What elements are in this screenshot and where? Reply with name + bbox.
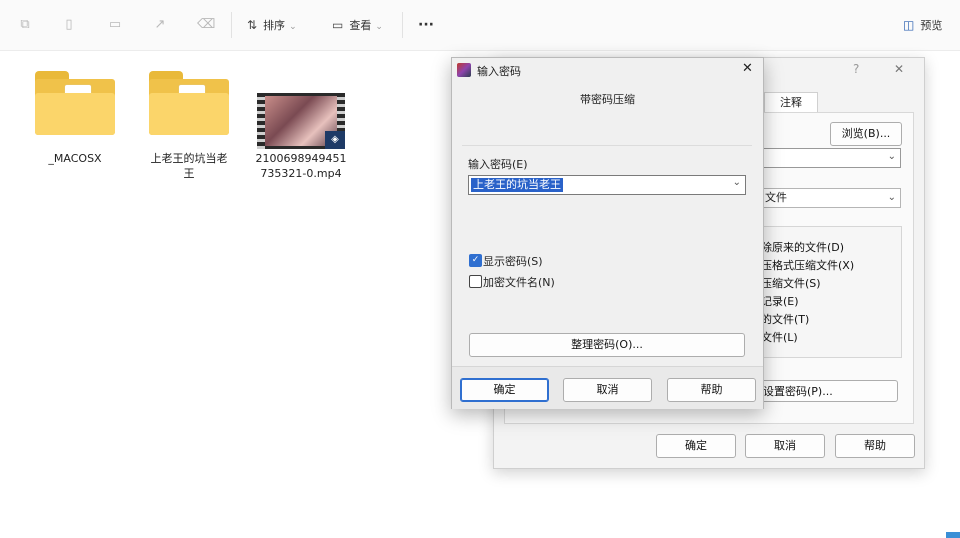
help-button[interactable]: 帮助 xyxy=(835,434,915,458)
show-password-checkbox[interactable]: ✓ xyxy=(469,254,482,267)
ok-button[interactable]: 确定 xyxy=(460,378,549,402)
password-label: 输入密码(E) xyxy=(468,158,528,171)
preview-label: 预览 xyxy=(920,19,943,32)
preview-button[interactable]: ◫ 预览 xyxy=(903,15,942,35)
tab-comment[interactable]: 注释 xyxy=(764,92,818,113)
chevron-down-icon: ⌄ xyxy=(887,151,896,162)
sort-label: 排序 xyxy=(263,19,286,32)
option-sfx[interactable]: 压格式压缩文件(X) xyxy=(761,257,854,275)
option-lock[interactable]: 文件(L) xyxy=(761,329,854,347)
option-list: 除原来的文件(D) 压格式压缩文件(X) 压缩文件(S) 记录(E) 的文件(T… xyxy=(761,239,854,347)
view-icon: ▭ xyxy=(332,18,344,32)
chevron-down-icon: ⌄ xyxy=(887,192,896,203)
view-label: 查看 xyxy=(349,19,372,32)
rename-icon[interactable]: ▭ xyxy=(106,16,124,34)
password-dialog: 输入密码 ✕ 带密码压缩 输入密码(E) 上老王的坑当老王 ⌄ ✓ 显示密码(S… xyxy=(451,57,764,409)
paste-icon[interactable]: ▯ xyxy=(60,16,78,34)
folder-icon[interactable] xyxy=(149,71,229,135)
winrar-icon xyxy=(457,63,471,77)
help-icon[interactable]: ? xyxy=(853,62,859,76)
option-solid[interactable]: 压缩文件(S) xyxy=(761,275,854,293)
file-name[interactable]: 上老王的坑当老王 xyxy=(134,151,244,181)
file-name[interactable]: _MACOSX xyxy=(20,151,130,166)
copy-icon[interactable]: ⧉ xyxy=(16,16,34,34)
organize-passwords-button[interactable]: 整理密码(O)... xyxy=(469,333,745,357)
password-value: 上老王的坑当老王 xyxy=(471,178,563,192)
video-thumbnail[interactable]: ◈ xyxy=(257,93,345,149)
file-name-text: 上老王的坑当老王 xyxy=(150,152,228,180)
toolbar-divider xyxy=(231,12,232,38)
chevron-down-icon[interactable]: ⌄ xyxy=(733,177,741,188)
folder-icon[interactable] xyxy=(35,71,115,135)
chevron-down-icon: ⌄ xyxy=(375,22,383,32)
password-input[interactable]: 上老王的坑当老王 ⌄ xyxy=(468,175,746,195)
set-password-button[interactable]: 设置密码(P)... xyxy=(754,380,898,402)
preview-pane-icon: ◫ xyxy=(903,18,915,32)
browse-button[interactable]: 浏览(B)... xyxy=(830,122,902,146)
chevron-down-icon: ⌄ xyxy=(289,22,297,32)
encrypt-names-checkbox[interactable] xyxy=(469,275,482,288)
close-icon[interactable]: ✕ xyxy=(894,62,904,76)
divider xyxy=(462,145,752,146)
view-button[interactable]: ▭ 查看 ⌄ xyxy=(332,15,383,35)
title-bar[interactable]: 输入密码 ✕ xyxy=(452,58,763,82)
share-icon[interactable]: ↗ xyxy=(151,16,169,34)
file-name-line: 735321-0.mp4 xyxy=(260,167,342,180)
encrypt-names-label[interactable]: 加密文件名(N) xyxy=(483,274,555,290)
delete-icon[interactable]: ⌫ xyxy=(197,16,215,34)
dialog-title: 输入密码 xyxy=(477,65,521,78)
taskbar-edge xyxy=(946,532,960,538)
command-bar: ⧉ ▯ ▭ ↗ ⌫ ⇅ 排序 ⌄ ▭ 查看 ⌄ ··· ◫ 预览 xyxy=(0,0,960,51)
archive-name-combo[interactable]: ⌄ xyxy=(754,148,901,168)
sort-button[interactable]: ⇅ 排序 ⌄ xyxy=(247,15,297,35)
toolbar-divider xyxy=(402,12,403,38)
media-badge-icon: ◈ xyxy=(325,131,345,149)
option-recovery[interactable]: 记录(E) xyxy=(761,293,854,311)
cancel-button[interactable]: 取消 xyxy=(563,378,652,402)
file-name[interactable]: 2100698949451 735321-0.mp4 xyxy=(246,151,356,181)
file-name-line: 2100698949451 xyxy=(255,152,347,165)
sort-icon: ⇅ xyxy=(247,18,258,32)
close-icon[interactable]: ✕ xyxy=(742,61,753,76)
more-button[interactable]: ··· xyxy=(418,15,434,35)
help-button[interactable]: 帮助 xyxy=(667,378,756,402)
show-password-label[interactable]: 显示密码(S) xyxy=(483,253,543,269)
option-test[interactable]: 的文件(T) xyxy=(761,311,854,329)
dialog-subtitle: 带密码压缩 xyxy=(580,93,635,106)
cancel-button[interactable]: 取消 xyxy=(745,434,825,458)
update-mode-select[interactable]: 文件 ⌄ xyxy=(754,188,901,208)
option-delete-original[interactable]: 除原来的文件(D) xyxy=(761,239,854,257)
options-group: 除原来的文件(D) 压格式压缩文件(X) 压缩文件(S) 记录(E) 的文件(T… xyxy=(754,226,902,358)
ok-button[interactable]: 确定 xyxy=(656,434,736,458)
